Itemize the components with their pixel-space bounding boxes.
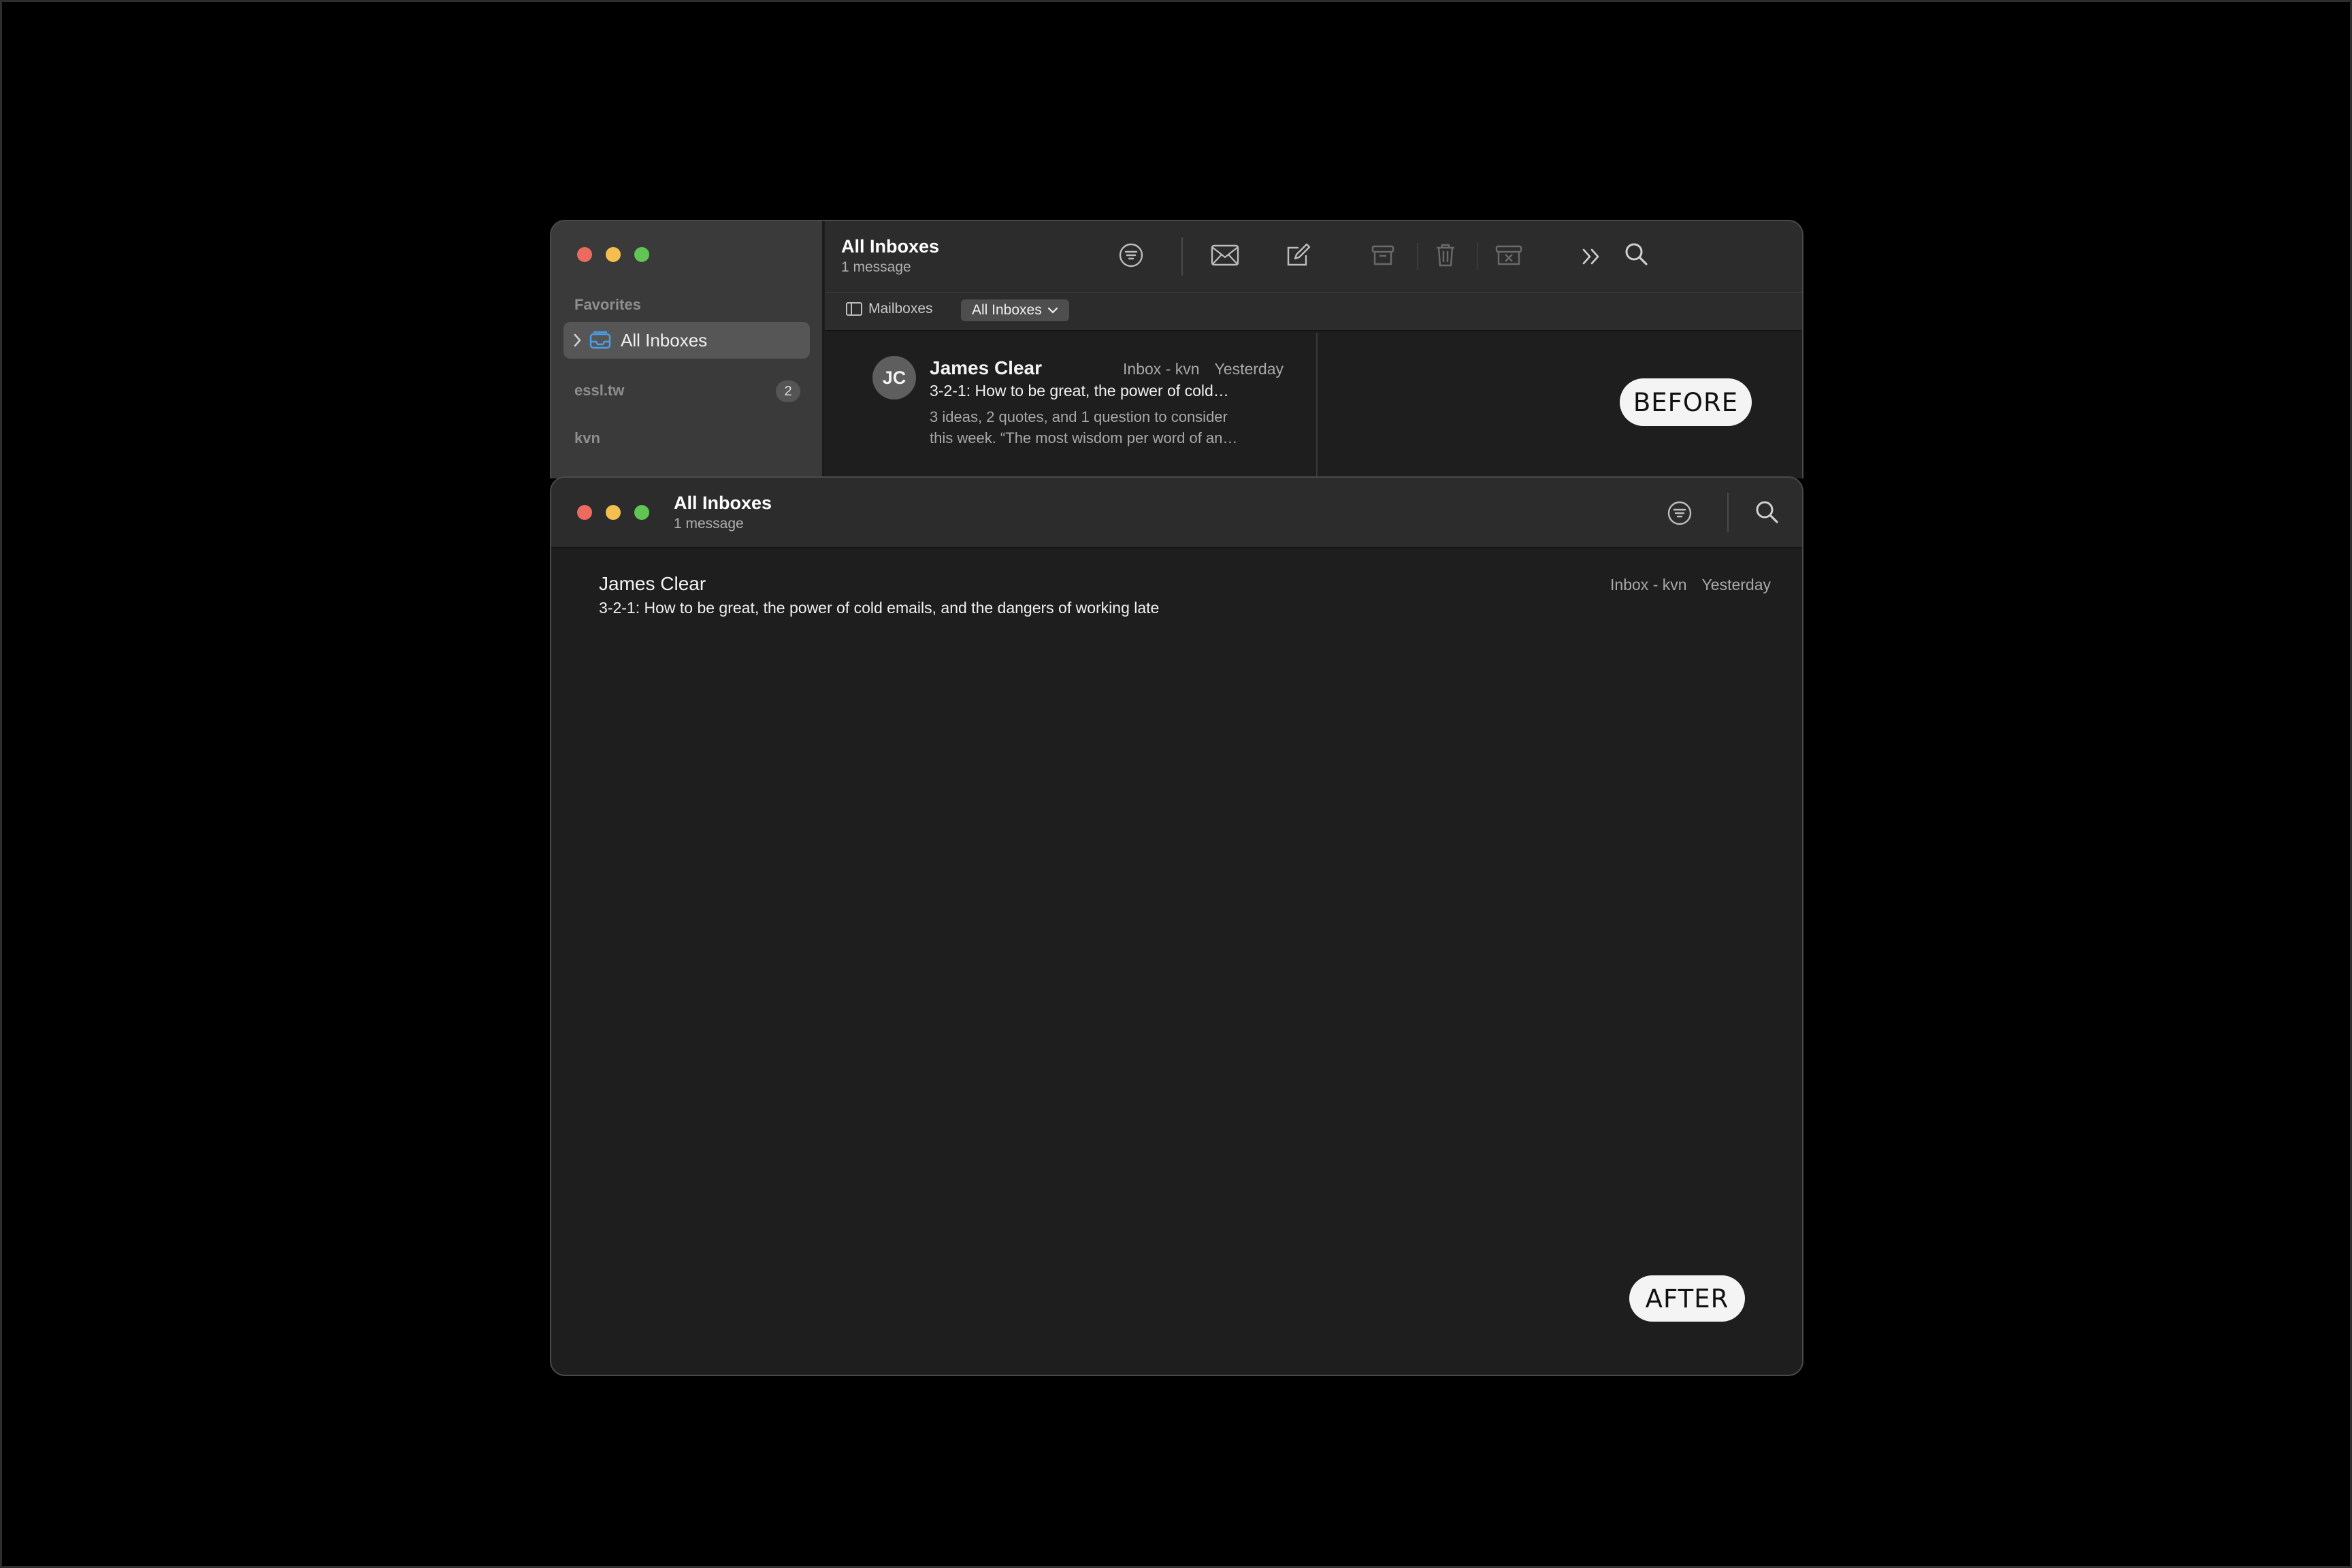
toolbar: All Inboxes 1 message xyxy=(825,221,1802,292)
main-pane: All Inboxes 1 message Mailboxes All Inbo… xyxy=(825,221,1802,478)
close-button[interactable] xyxy=(577,505,592,520)
toolbar-subtitle: 1 message xyxy=(841,259,911,275)
archive-icon[interactable] xyxy=(1369,240,1396,270)
toolbar-separator xyxy=(1477,243,1478,270)
window-controls xyxy=(577,505,649,520)
avatar: JC xyxy=(872,356,916,399)
scope-dropdown[interactable]: All Inboxes xyxy=(961,299,1069,321)
filter-icon[interactable] xyxy=(1116,240,1146,270)
message-meta: Inbox - kvn Yesterday xyxy=(1123,360,1284,378)
sidebar-account-essl[interactable]: essl.tw xyxy=(574,382,624,399)
minimize-button[interactable] xyxy=(606,505,621,520)
sidebar-item-label: All Inboxes xyxy=(621,329,708,350)
inbox-stack-icon xyxy=(589,331,611,349)
message-subject: 3-2-1: How to be great, the power of col… xyxy=(930,382,1229,399)
toolbar-separator xyxy=(1181,238,1183,276)
unread-count-badge: 2 xyxy=(776,380,800,402)
toolbar-subtitle: 1 message xyxy=(674,516,744,532)
mailboxes-label: Mailboxes xyxy=(868,301,933,316)
message-date: Yesterday xyxy=(1214,360,1284,378)
filter-icon[interactable] xyxy=(1665,498,1695,528)
envelope-icon[interactable] xyxy=(1209,240,1241,270)
before-mail-window: Favorites All Inboxes essl.tw 2 kvn All … xyxy=(550,220,1803,478)
message-sender: James Clear xyxy=(930,357,1043,378)
message-date: Yesterday xyxy=(1701,576,1771,593)
sidebar-account-kvn[interactable]: kvn xyxy=(574,429,600,447)
search-icon[interactable] xyxy=(1621,239,1651,269)
message-mailbox: Inbox - kvn xyxy=(1610,576,1687,593)
minimize-button[interactable] xyxy=(606,247,621,262)
chevron-down-icon xyxy=(1047,307,1058,314)
toolbar-separator xyxy=(1727,493,1729,532)
preview-line: this week. “The most wisdom per word of … xyxy=(930,429,1238,446)
junk-icon[interactable] xyxy=(1493,240,1524,270)
sidebar-item-all-inboxes[interactable]: All Inboxes xyxy=(564,322,810,359)
sidebar: Favorites All Inboxes essl.tw 2 kvn xyxy=(551,221,823,478)
after-mail-window: All Inboxes 1 message James Clear 3-2-1:… xyxy=(550,476,1803,1376)
message-preview: 3 ideas, 2 quotes, and 1 question to con… xyxy=(930,406,1284,448)
close-button[interactable] xyxy=(577,247,592,262)
more-icon[interactable] xyxy=(1578,242,1605,272)
message-mailbox: Inbox - kvn xyxy=(1123,360,1200,378)
zoom-button[interactable] xyxy=(634,505,649,520)
sidebar-toggle-icon xyxy=(846,302,862,316)
trash-icon[interactable] xyxy=(1432,240,1459,270)
toolbar-title: All Inboxes xyxy=(841,236,940,257)
message-list: JC James Clear Inbox - kvn Yesterday 3-2… xyxy=(825,333,1318,478)
filter-bar: Mailboxes All Inboxes xyxy=(825,292,1802,331)
toolbar-title: All Inboxes xyxy=(674,493,772,513)
toolbar: All Inboxes 1 message xyxy=(551,478,1802,549)
search-icon[interactable] xyxy=(1752,497,1782,527)
scope-label: All Inboxes xyxy=(972,302,1042,318)
window-controls xyxy=(577,247,649,262)
message-subject: 3-2-1: How to be great, the power of col… xyxy=(599,599,1160,617)
preview-line: 3 ideas, 2 quotes, and 1 question to con… xyxy=(930,408,1228,425)
zoom-button[interactable] xyxy=(634,247,649,262)
compose-icon[interactable] xyxy=(1284,240,1313,270)
sidebar-section-favorites: Favorites xyxy=(574,296,641,313)
before-label: BEFORE xyxy=(1620,378,1752,426)
chevron-right-icon[interactable] xyxy=(572,332,584,348)
toolbar-separator xyxy=(1417,243,1418,270)
mailboxes-button[interactable]: Mailboxes xyxy=(845,301,933,317)
message-meta: Inbox - kvn Yesterday xyxy=(1610,576,1771,594)
after-label: AFTER xyxy=(1629,1275,1745,1322)
message-sender: James Clear xyxy=(599,573,706,594)
